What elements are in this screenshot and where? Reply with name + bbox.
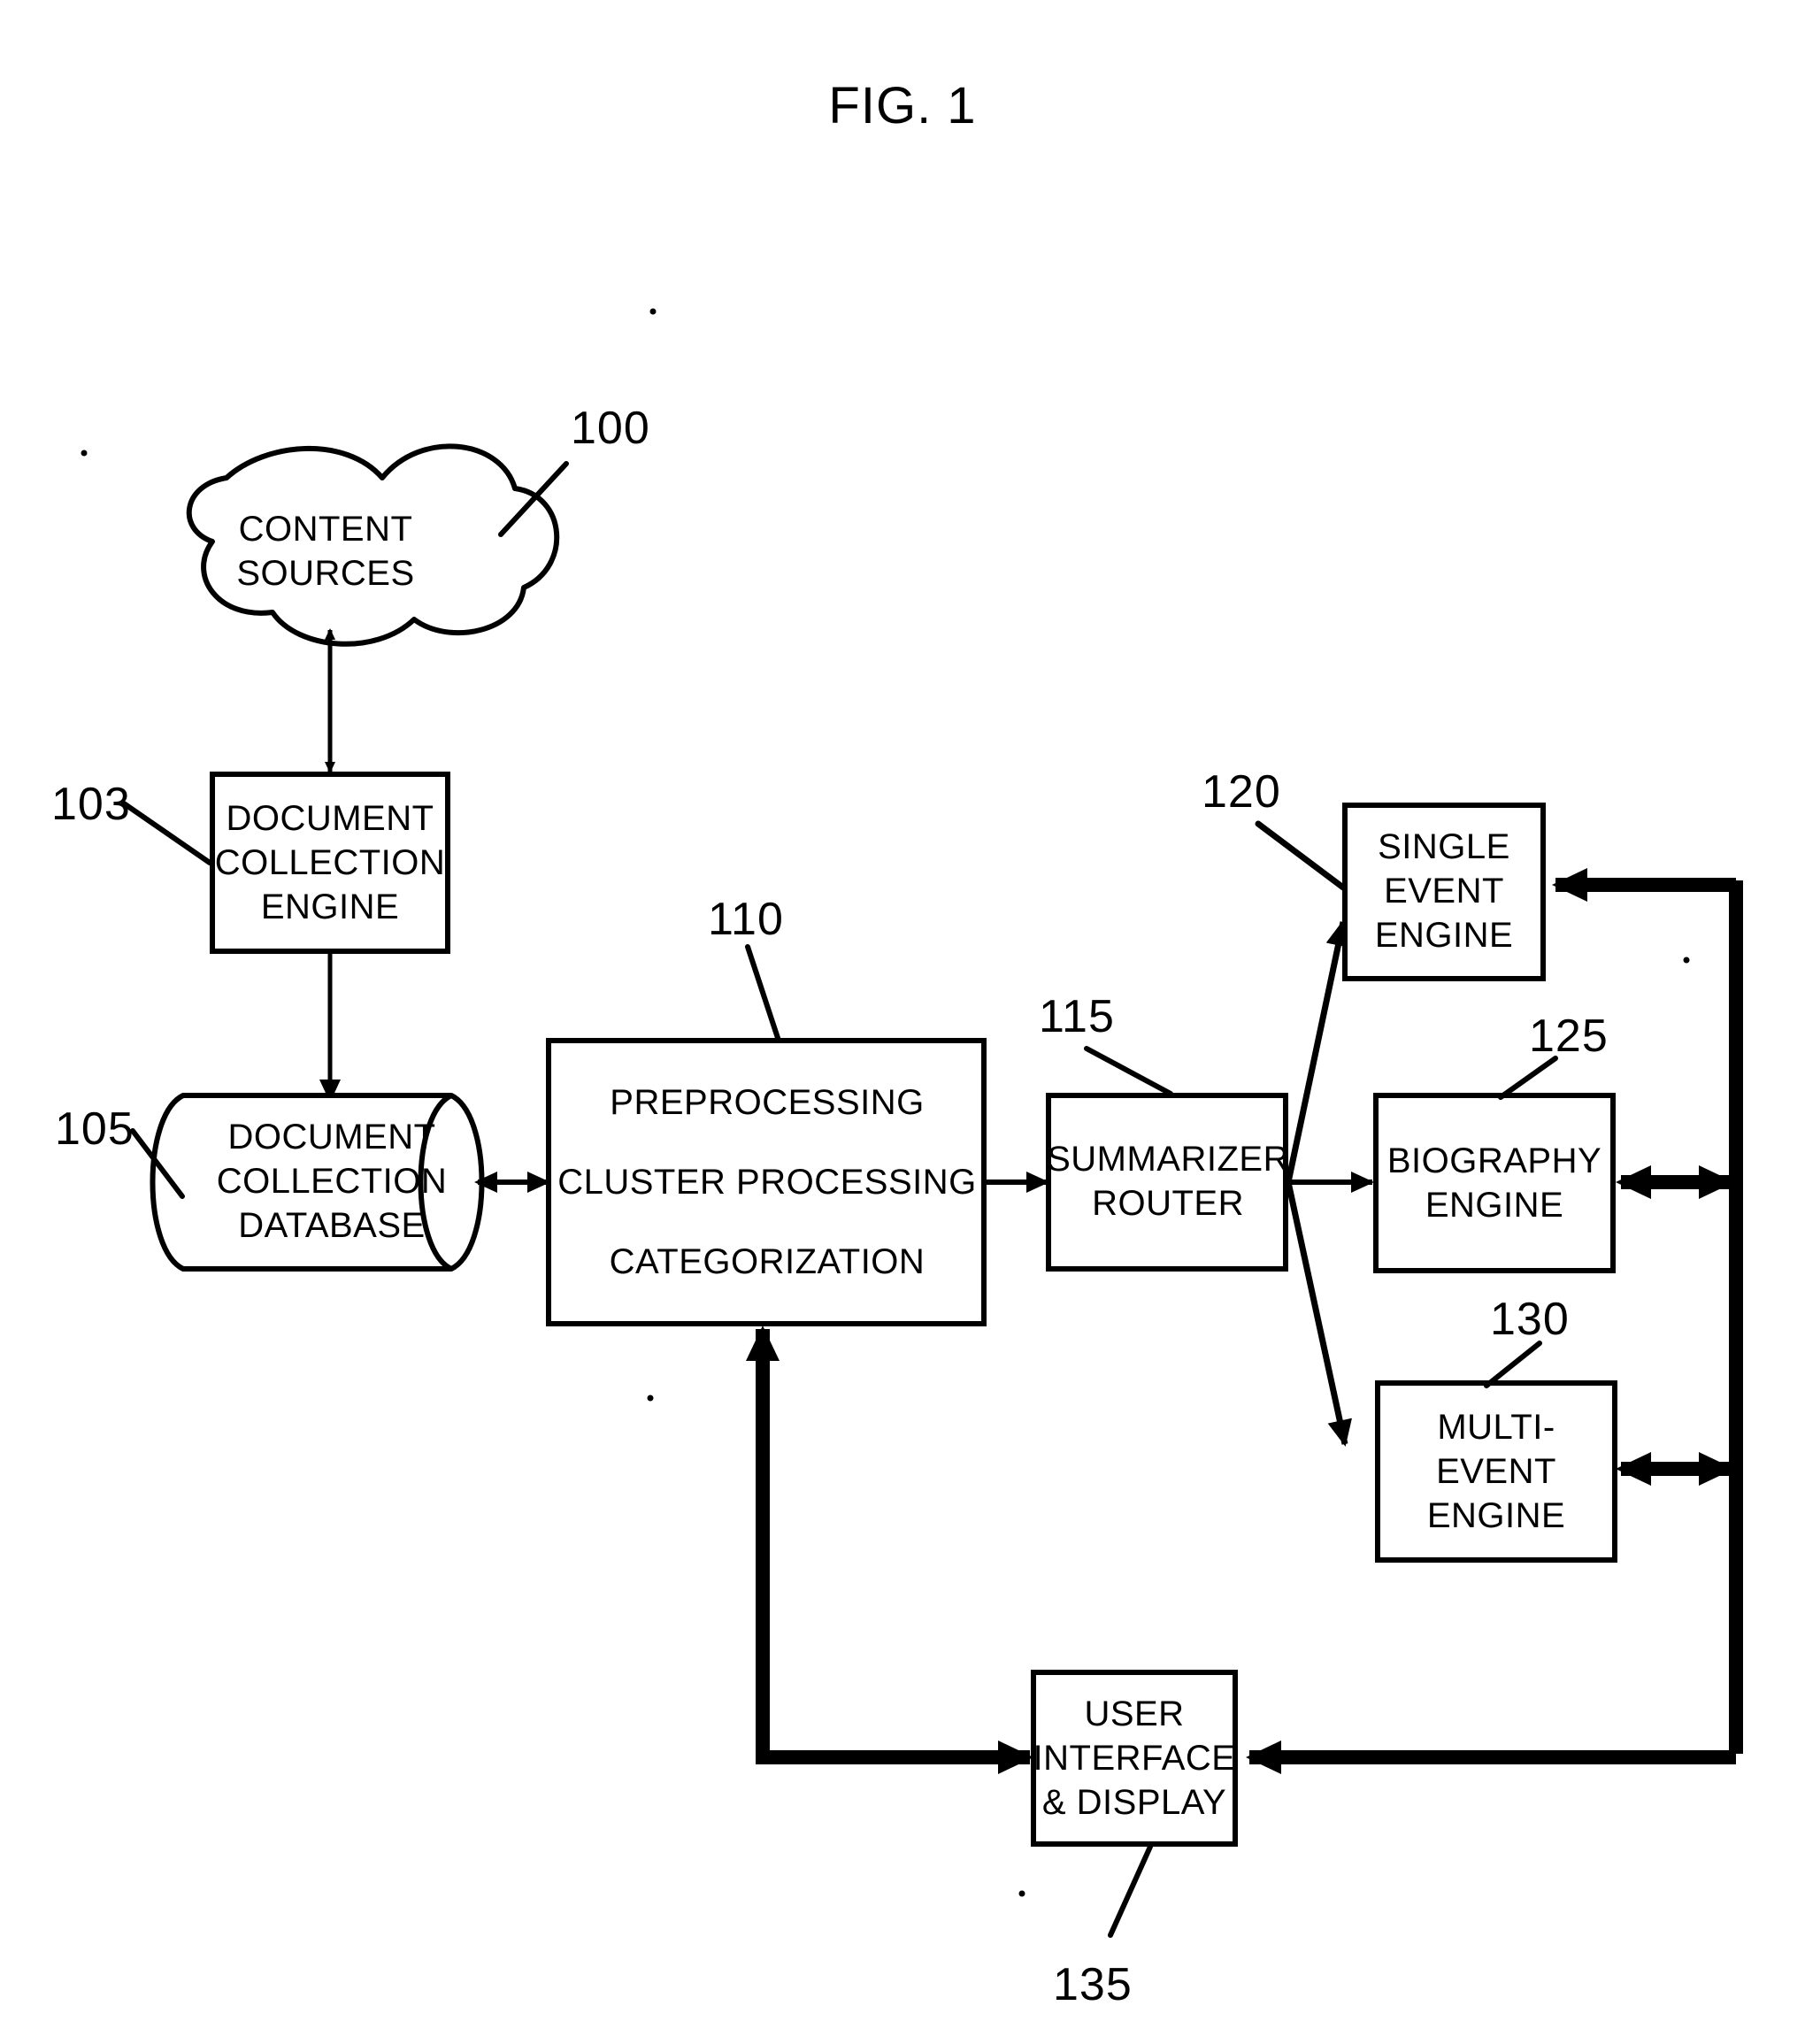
connector-summarizer-to-single-event-engine [1285, 919, 1351, 1183]
multi-event-engine-label: MULTI- EVENT ENGINE [1426, 1408, 1566, 1535]
biography-engine-label: BIOGRAPHY ENGINE [1386, 1141, 1602, 1225]
reference-numeral-120: 120 [1202, 766, 1281, 818]
figure-page: FIG. 1 CONTENT SOURCES DOCUMENT COLLECTI… [0, 0, 1805, 2044]
document-collection-engine-label: DOCUMENT COLLECTION ENGINE [214, 799, 446, 926]
reference-numeral-115: 115 [1039, 991, 1115, 1042]
leader-line-103 [121, 801, 212, 865]
reference-numeral-103: 103 [51, 779, 131, 830]
feedback-loop-ui-to-preprocessing [746, 1326, 1033, 1774]
leader-line-115 [1084, 1046, 1173, 1096]
leader-line-120 [1255, 820, 1347, 891]
reference-numeral-100: 100 [571, 403, 650, 454]
leader-line-135 [1108, 1844, 1153, 1938]
user-interface-display-label: USER INTERFACE & DISPLAY [1033, 1694, 1236, 1822]
summarizer-router-label: SUMMARIZER ROUTER [1047, 1140, 1289, 1223]
reference-numeral-110: 110 [708, 894, 784, 945]
leader-line-130 [1484, 1341, 1542, 1388]
reference-numeral-130: 130 [1490, 1294, 1570, 1345]
content-sources-label: CONTENT SOURCES [236, 510, 415, 593]
reference-numeral-105: 105 [55, 1103, 134, 1155]
single-event-engine-label: SINGLE EVENT ENGINE [1374, 827, 1514, 955]
connector-summarizer-to-multi-event-engine [1285, 1181, 1352, 1447]
leader-line-125 [1498, 1056, 1558, 1100]
leader-line-110 [745, 944, 781, 1043]
reference-numeral-135: 135 [1053, 1959, 1133, 2010]
preprocessing-label: PREPROCESSING CLUSTER PROCESSING CATEGOR… [557, 1083, 977, 1281]
reference-numeral-125: 125 [1529, 1010, 1609, 1062]
document-collection-database-label: DOCUMENT COLLECTION DATABASE [216, 1118, 448, 1245]
